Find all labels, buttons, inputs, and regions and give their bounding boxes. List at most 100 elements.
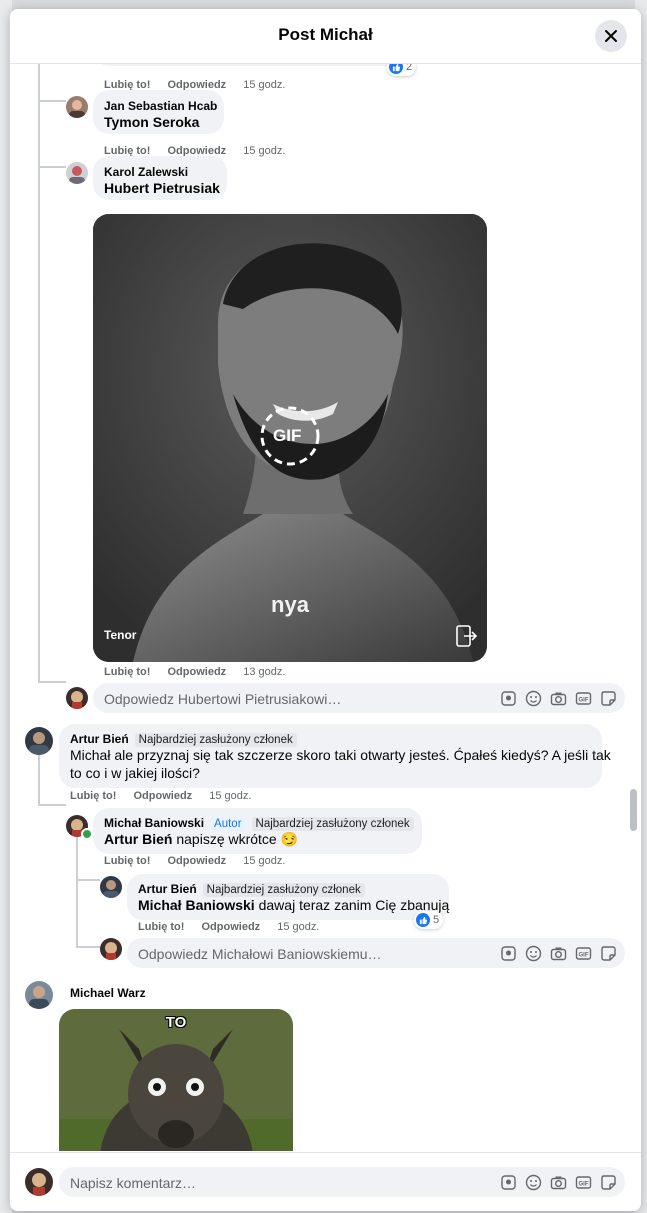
post-dialog: Post Michał Lubię to! Odpowiedz 15 godz. [10, 9, 641, 1211]
previous-comment-bubble [93, 64, 405, 66]
gif-source: Tenor [104, 628, 137, 642]
dialog-header: Post Michał [10, 9, 641, 64]
comment-text: to co i w jakiej ilości? [70, 765, 200, 781]
comment-author[interactable]: Michał Baniowski [104, 816, 204, 830]
avatar[interactable] [25, 981, 53, 1009]
gif-attachment[interactable]: GIF nya Tenor [93, 214, 487, 662]
reply-link[interactable]: Odpowiedz [134, 790, 193, 802]
comment-composer: Napisz komentarz… GIF [10, 1152, 641, 1211]
thread-line [76, 832, 78, 946]
comment-text: Michał ale przyznaj się tak szczerze sko… [70, 747, 611, 763]
reaction-count[interactable]: 5 [414, 911, 444, 929]
like-link[interactable]: Lubię to! [70, 790, 116, 802]
share-button[interactable] [455, 624, 478, 653]
avatar[interactable] [66, 162, 88, 184]
comment-time: 15 godz. [243, 855, 286, 867]
comment-author[interactable]: Artur Bień [138, 882, 197, 896]
comment-actions: Lubię to! Odpowiedz 15 godz. [70, 790, 251, 802]
member-badge: Najbardziej zasłużony członek [251, 817, 414, 831]
like-link[interactable]: Lubię to! [138, 921, 184, 933]
comment-bubble: Jan Sebastian Hcab Tymon Seroka [93, 90, 224, 134]
comment-bubble: Michał Baniowski Autor Najbardziej zasłużo… [93, 808, 422, 854]
reply-input-michal[interactable]: Odpowiedz Michałowi Baniowskiemu… GIF [127, 938, 625, 968]
my-avatar[interactable] [25, 1168, 53, 1196]
gif-caption: nya [271, 592, 309, 617]
comment-bubble: Artur Bień Najbardziej zasłużony członek … [127, 874, 449, 920]
avatar-sticker-icon[interactable] [500, 1174, 517, 1191]
close-button[interactable] [595, 20, 627, 52]
thread-branch [38, 681, 66, 683]
emoji-icon[interactable] [525, 945, 542, 962]
avatar[interactable] [25, 727, 53, 755]
reply-link[interactable]: Odpowiedz [202, 921, 261, 933]
comment-time: 15 godz. [277, 921, 320, 933]
comment-mention[interactable]: Hubert Pietrusiak [104, 179, 220, 197]
composer-tools: GIF [500, 945, 617, 962]
emoji-icon[interactable] [525, 1174, 542, 1191]
comment-author[interactable]: Karol Zalewski [104, 165, 188, 179]
comment-image[interactable]: TO [59, 1009, 293, 1151]
reply-link[interactable]: Odpowiedz [168, 855, 227, 867]
reply-link[interactable]: Odpowiedz [168, 666, 227, 678]
gif-badge: GIF [273, 426, 302, 445]
comment-time: 15 godz. [243, 145, 286, 157]
sticker-icon[interactable] [600, 1174, 617, 1191]
comment-text: napiszę wkrótce 😏 [176, 831, 299, 847]
close-icon [605, 30, 617, 42]
composer-tools: GIF [500, 690, 617, 707]
composer-tools: GIF [500, 1174, 617, 1191]
comment-author[interactable]: Michael Warz [70, 986, 146, 1000]
svg-text:GIF: GIF [579, 953, 589, 959]
comment-mention[interactable]: Artur Bień [104, 831, 172, 847]
like-link[interactable]: Lubię to! [104, 855, 150, 867]
comments-scroll-area[interactable]: Lubię to! Odpowiedz 15 godz. 2 Jan Sebas… [10, 64, 641, 1151]
comment-mention[interactable]: Michał Baniowski [138, 897, 255, 913]
comment-actions: Lubię to! Odpowiedz 13 godz. [104, 666, 285, 678]
thread-branch [38, 166, 66, 168]
comment-actions: Lubię to! Odpowiedz 15 godz. [138, 921, 319, 933]
comment-mention[interactable]: Tymon Seroka [104, 113, 199, 131]
avatar-sticker-icon[interactable] [500, 945, 517, 962]
comment-input[interactable]: Napisz komentarz… GIF [59, 1167, 625, 1197]
reply-placeholder: Odpowiedz Michałowi Baniowskiemu… [138, 946, 382, 962]
comment-author[interactable]: Artur Bień [70, 732, 129, 746]
sticker-icon[interactable] [600, 945, 617, 962]
comment-bubble: Artur Bień Najbardziej zasłużony członek … [59, 724, 611, 788]
scrollbar-thumb[interactable] [630, 789, 637, 831]
my-avatar[interactable] [66, 687, 88, 709]
comment-time: 13 godz. [243, 666, 286, 678]
camera-icon[interactable] [550, 945, 567, 962]
thread-branch [38, 100, 66, 102]
comment-time: 15 godz. [209, 790, 252, 802]
avatar[interactable] [100, 876, 122, 898]
like-icon [389, 64, 403, 74]
my-avatar[interactable] [100, 938, 122, 960]
member-badge: Najbardziej zasłużony członek [134, 733, 297, 747]
gif-icon[interactable]: GIF [575, 1174, 592, 1191]
reaction-count[interactable]: 2 [387, 64, 417, 76]
reaction-number: 5 [433, 914, 440, 926]
comment-bubble: Karol Zalewski Hubert Pietrusiak [93, 156, 227, 200]
thread-branch [38, 804, 66, 806]
avatar-sticker-icon[interactable] [500, 690, 517, 707]
thread-branch [76, 879, 100, 881]
author-badge: Autor [210, 817, 246, 831]
meme-caption: TO [165, 1014, 187, 1031]
avatar[interactable] [66, 96, 88, 118]
reply-input-hubert[interactable]: Odpowiedz Hubertowi Pietrusiakowi… GIF [93, 683, 625, 713]
like-icon [416, 913, 430, 927]
comment-actions: Lubię to! Odpowiedz 15 godz. [104, 855, 285, 867]
dialog-title: Post Michał [278, 25, 373, 44]
share-icon [456, 625, 478, 647]
sticker-icon[interactable] [600, 690, 617, 707]
reply-placeholder: Odpowiedz Hubertowi Pietrusiakowi… [104, 691, 342, 707]
camera-icon[interactable] [550, 690, 567, 707]
comment-author[interactable]: Jan Sebastian Hcab [104, 99, 217, 113]
gif-icon[interactable]: GIF [575, 690, 592, 707]
emoji-icon[interactable] [525, 690, 542, 707]
like-link[interactable]: Lubię to! [104, 666, 150, 678]
thread-branch [76, 946, 100, 948]
gif-icon[interactable]: GIF [575, 945, 592, 962]
camera-icon[interactable] [550, 1174, 567, 1191]
online-status-dot [81, 828, 93, 840]
